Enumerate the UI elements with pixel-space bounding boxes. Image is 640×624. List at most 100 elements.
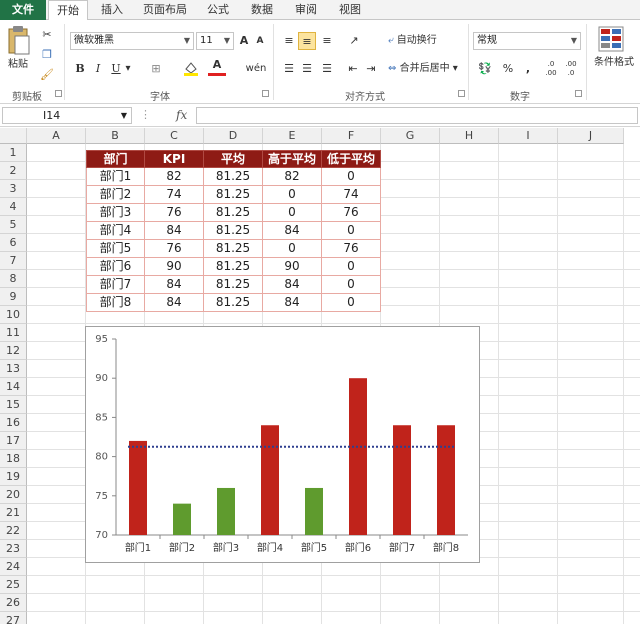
fill-color-icon[interactable] <box>182 60 200 78</box>
table-cell[interactable]: 76 <box>322 240 381 258</box>
tab-review[interactable]: 审阅 <box>286 0 326 20</box>
table-cell[interactable]: 84 <box>263 294 322 312</box>
merge-center-button[interactable]: ⇔ 合并后居中 ▾ <box>388 60 464 78</box>
table-cell[interactable]: 90 <box>145 258 204 276</box>
paste-label[interactable]: 粘贴 <box>4 56 32 74</box>
percent-button[interactable]: % <box>500 60 516 78</box>
table-cell[interactable]: 82 <box>145 168 204 186</box>
table-cell[interactable]: 76 <box>145 204 204 222</box>
tab-insert[interactable]: 插入 <box>92 0 132 20</box>
align-left-icon[interactable]: ☰ <box>280 60 298 78</box>
row-header-5[interactable]: 5 <box>0 216 27 234</box>
fx-icon[interactable]: fx <box>176 108 187 122</box>
table-cell[interactable]: 76 <box>322 204 381 222</box>
column-header-d[interactable]: D <box>204 128 263 144</box>
table-header-cell[interactable]: 平均 <box>204 150 263 168</box>
font-launcher-icon[interactable] <box>262 90 269 97</box>
comma-button[interactable]: , <box>522 60 534 78</box>
row-header-16[interactable]: 16 <box>0 414 27 432</box>
table-header-cell[interactable]: KPI <box>145 150 204 168</box>
row-header-22[interactable]: 22 <box>0 522 27 540</box>
table-cell[interactable]: 81.25 <box>204 240 263 258</box>
row-header-18[interactable]: 18 <box>0 450 27 468</box>
row-header-15[interactable]: 15 <box>0 396 27 414</box>
column-header-i[interactable]: I <box>499 128 558 144</box>
table-cell[interactable]: 81.25 <box>204 294 263 312</box>
align-center-icon[interactable]: ☰ <box>298 60 316 78</box>
row-header-6[interactable]: 6 <box>0 234 27 252</box>
currency-icon[interactable]: 💱 <box>474 60 496 78</box>
table-cell[interactable]: 81.25 <box>204 258 263 276</box>
tab-formulas[interactable]: 公式 <box>198 0 238 20</box>
font-color-button[interactable]: A <box>208 58 226 76</box>
conditional-format-label[interactable]: 条件格式 <box>590 54 638 72</box>
table-cell[interactable]: 81.25 <box>204 204 263 222</box>
font-name-select[interactable]: 微软雅黑 ▼ <box>70 32 194 50</box>
bold-button[interactable]: B <box>72 60 88 78</box>
row-header-20[interactable]: 20 <box>0 486 27 504</box>
row-header-8[interactable]: 8 <box>0 270 27 288</box>
select-all-corner[interactable] <box>0 128 27 144</box>
align-bottom-icon[interactable]: ≡ <box>318 32 336 50</box>
kpi-chart[interactable]: 70 75 80 85 90 95 部门1 部门2 部门3 部门4 部门5 部门6 部门7 部门8 <box>85 326 480 563</box>
table-cell[interactable]: 部门6 <box>86 258 145 276</box>
table-cell[interactable]: 部门2 <box>86 186 145 204</box>
column-header-b[interactable]: B <box>86 128 145 144</box>
tab-page-layout[interactable]: 页面布局 <box>136 0 194 20</box>
table-cell[interactable]: 0 <box>263 186 322 204</box>
table-cell[interactable]: 81.25 <box>204 186 263 204</box>
table-cell[interactable]: 0 <box>322 276 381 294</box>
align-right-icon[interactable]: ☰ <box>318 60 336 78</box>
table-cell[interactable]: 0 <box>322 294 381 312</box>
italic-button[interactable]: I <box>90 60 106 78</box>
formula-input[interactable] <box>196 107 638 124</box>
row-header-27[interactable]: 27 <box>0 612 27 624</box>
copy-icon[interactable]: ❐ <box>38 46 56 64</box>
table-cell[interactable]: 部门7 <box>86 276 145 294</box>
table-cell[interactable]: 84 <box>263 276 322 294</box>
row-header-3[interactable]: 3 <box>0 180 27 198</box>
row-header-17[interactable]: 17 <box>0 432 27 450</box>
wrap-text-button[interactable]: ⤶ 自动换行 <box>388 32 458 50</box>
table-cell[interactable]: 82 <box>263 168 322 186</box>
table-cell[interactable]: 0 <box>322 168 381 186</box>
font-size-select[interactable]: 11 ▼ <box>196 32 234 50</box>
table-cell[interactable]: 部门3 <box>86 204 145 222</box>
table-cell[interactable]: 部门1 <box>86 168 145 186</box>
number-format-select[interactable]: 常规 ▼ <box>473 32 581 50</box>
table-cell[interactable]: 0 <box>263 204 322 222</box>
column-header-h[interactable]: H <box>440 128 499 144</box>
align-top-icon[interactable]: ≡ <box>280 32 298 50</box>
table-cell[interactable]: 76 <box>145 240 204 258</box>
phonetic-button[interactable]: wén <box>244 60 268 78</box>
row-header-10[interactable]: 10 <box>0 306 27 324</box>
row-header-19[interactable]: 19 <box>0 468 27 486</box>
table-cell[interactable]: 部门8 <box>86 294 145 312</box>
paste-icon[interactable] <box>6 26 30 59</box>
tab-view[interactable]: 视图 <box>330 0 370 20</box>
table-cell[interactable]: 部门5 <box>86 240 145 258</box>
table-cell[interactable]: 0 <box>322 258 381 276</box>
row-header-4[interactable]: 4 <box>0 198 27 216</box>
format-painter-icon[interactable]: 🖌 <box>38 66 56 84</box>
table-header-cell[interactable]: 低于平均 <box>322 150 381 168</box>
table-header-cell[interactable]: 高于平均 <box>263 150 322 168</box>
table-cell[interactable]: 84 <box>145 276 204 294</box>
row-header-11[interactable]: 11 <box>0 324 27 342</box>
tab-home[interactable]: 开始 <box>48 0 88 21</box>
border-icon[interactable]: ⊞ <box>146 60 166 78</box>
column-header-a[interactable]: A <box>27 128 86 144</box>
table-cell[interactable]: 81.25 <box>204 276 263 294</box>
grow-font-button[interactable]: A <box>237 32 251 50</box>
row-header-23[interactable]: 23 <box>0 540 27 558</box>
row-header-1[interactable]: 1 <box>0 144 27 162</box>
name-box[interactable]: I14 ▼ <box>2 107 132 124</box>
row-header-7[interactable]: 7 <box>0 252 27 270</box>
alignment-launcher-icon[interactable] <box>458 90 465 97</box>
column-header-g[interactable]: G <box>381 128 440 144</box>
increase-decimal-button[interactable]: .0 .00 <box>542 60 560 78</box>
row-header-21[interactable]: 21 <box>0 504 27 522</box>
chevron-down-icon[interactable]: ▾ <box>124 60 132 78</box>
table-cell[interactable]: 81.25 <box>204 222 263 240</box>
cut-icon[interactable]: ✂ <box>38 26 56 44</box>
